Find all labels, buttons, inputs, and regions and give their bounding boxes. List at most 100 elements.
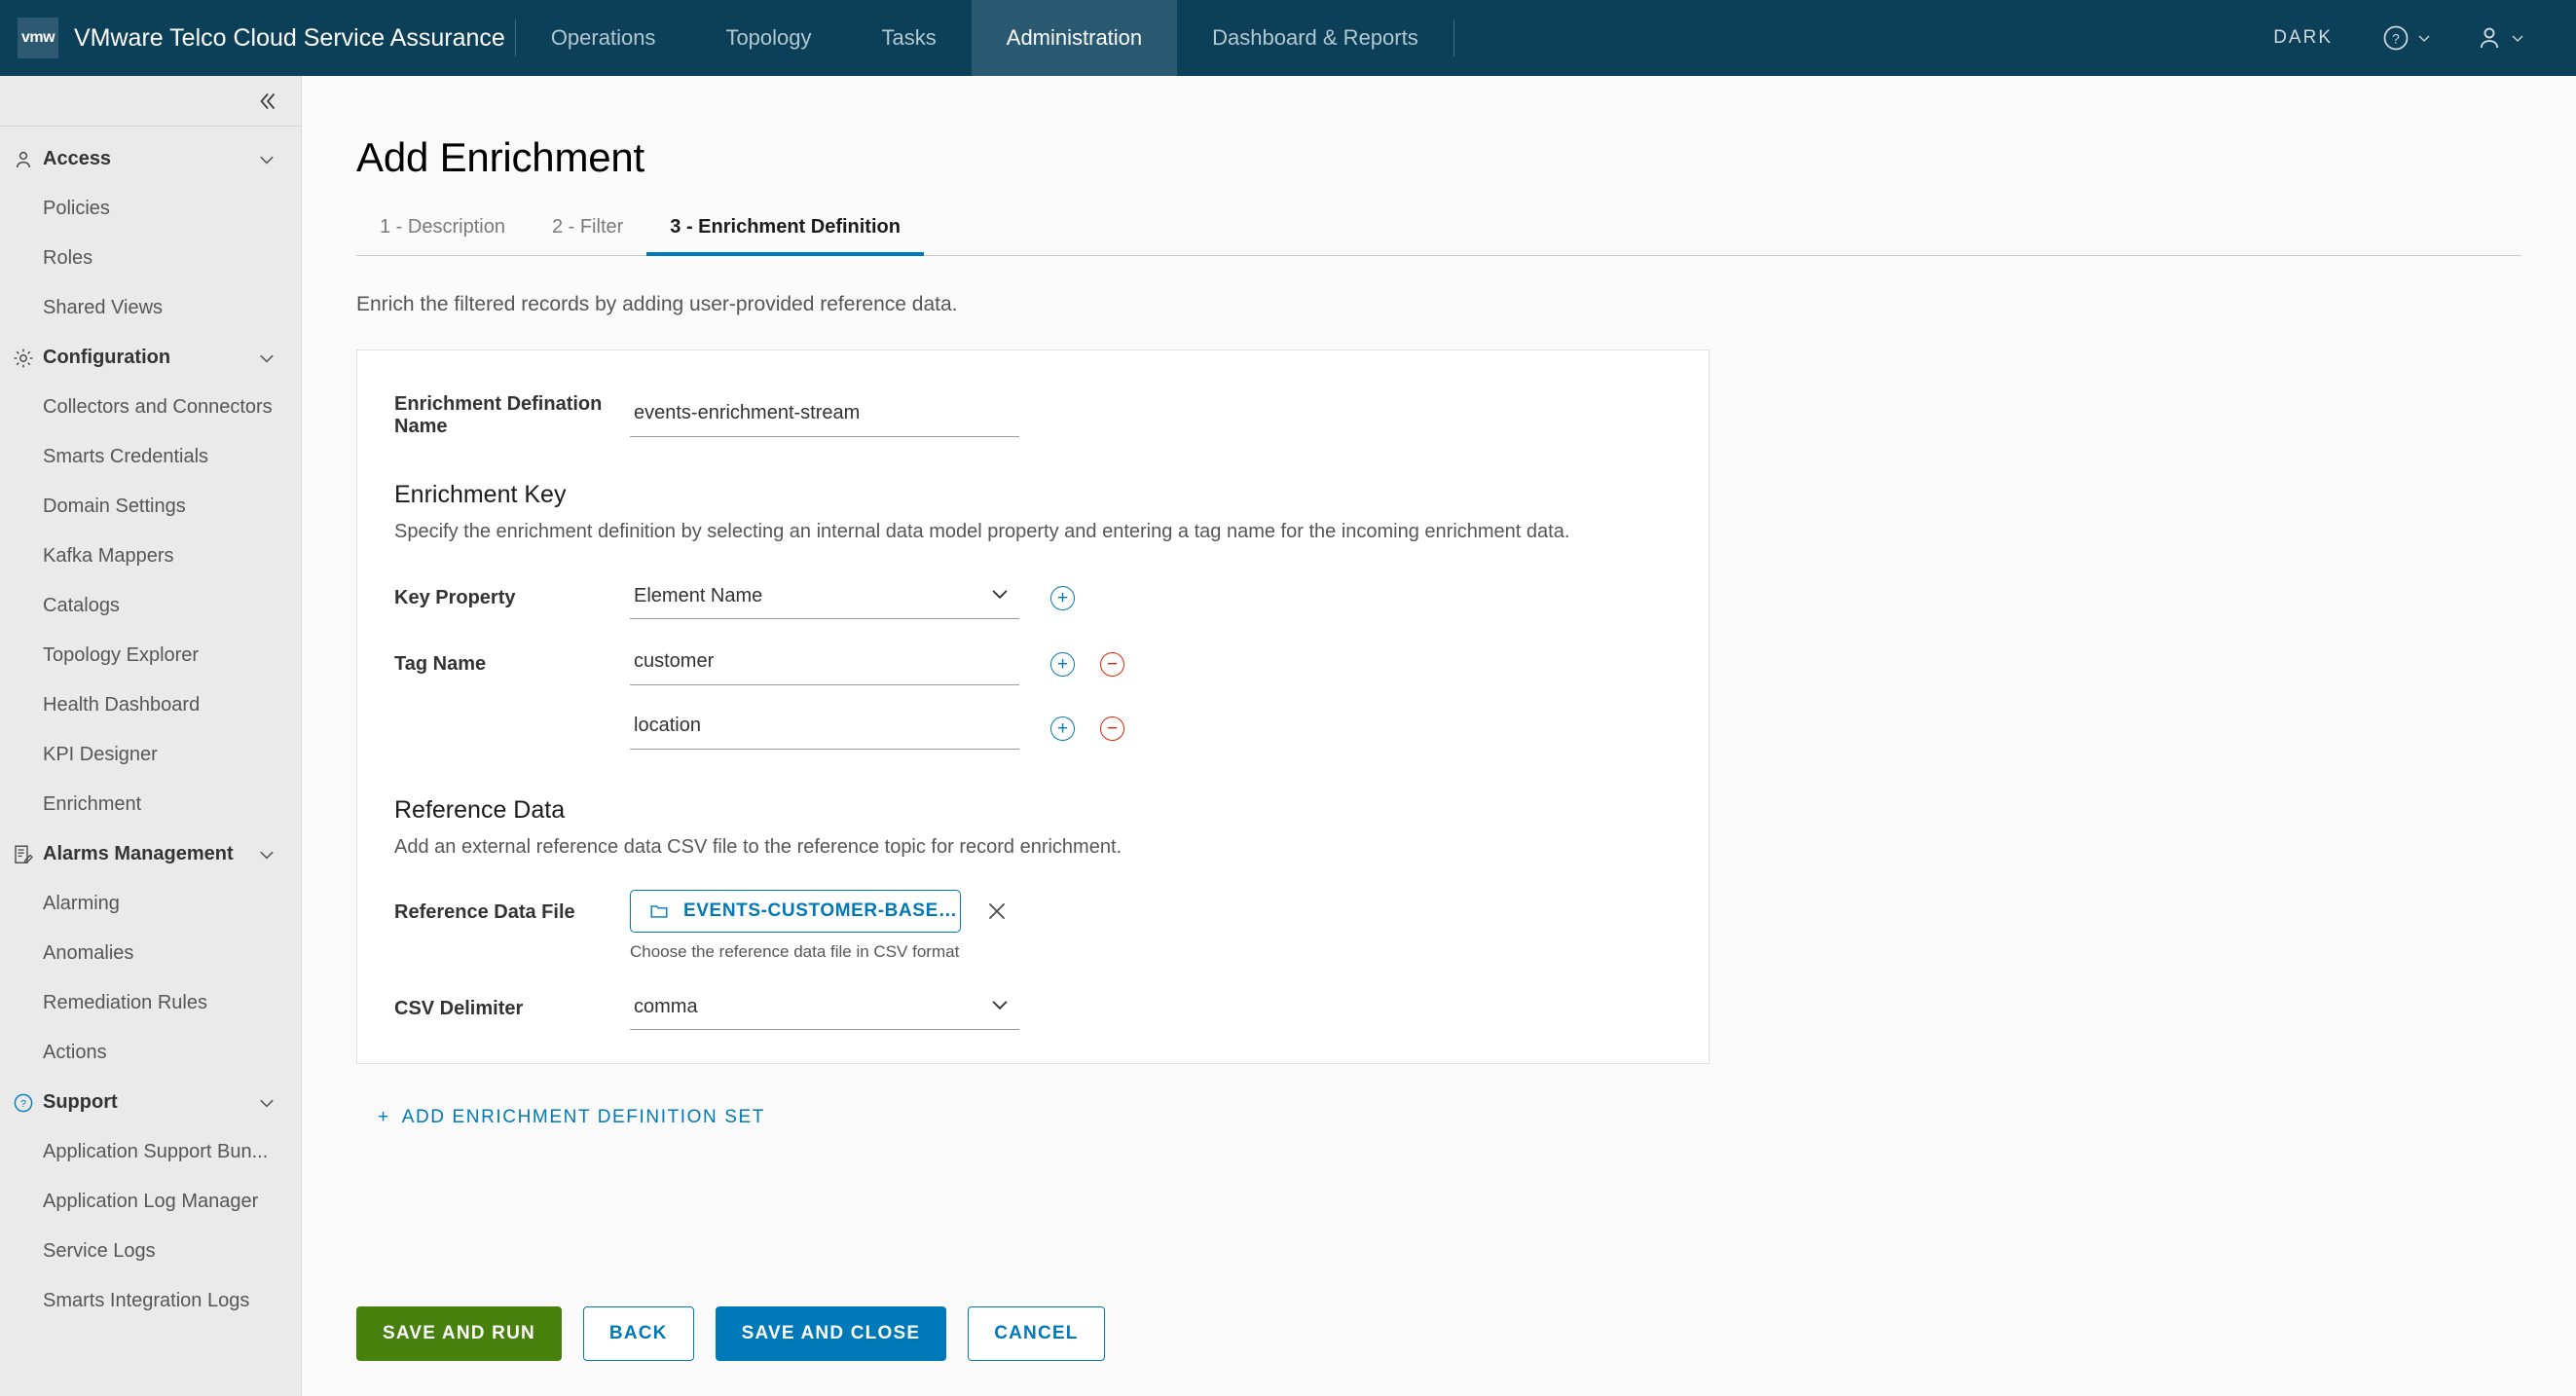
alarm-list-icon [12, 843, 43, 866]
tag-name-field-wrap-2 [630, 707, 1019, 750]
sidebar-nav-list: Access Policies Roles Shared Views Confi… [0, 127, 301, 1396]
sidebar-item-health-dashboard[interactable]: Health Dashboard [0, 680, 301, 730]
reference-data-description: Add an external reference data CSV file … [394, 836, 1122, 858]
tag-name-row-1: Tag Name + − [357, 643, 1709, 685]
reference-data-file-helper: Choose the reference data file in CSV fo… [630, 942, 960, 961]
tab-enrichment-definition[interactable]: 3 - Enrichment Definition [646, 216, 924, 256]
reference-data-file-row: Reference Data File EVENTS-CUSTOMER-BASE… [357, 890, 1709, 962]
main-inner: Add Enrichment 1 - Description 2 - Filte… [302, 76, 2576, 1306]
sidebar-item-anomalies[interactable]: Anomalies [0, 929, 301, 978]
add-enrichment-definition-set-link[interactable]: + ADD ENRICHMENT DEFINITION SET [356, 1107, 765, 1128]
user-icon [2475, 23, 2504, 53]
plus-circle-icon[interactable]: + [1050, 585, 1075, 610]
sidebar-item-catalogs[interactable]: Catalogs [0, 581, 301, 631]
csv-delimiter-select[interactable]: comma [630, 987, 1019, 1030]
intro-text: Enrich the filtered records by adding us… [356, 293, 958, 315]
minus-circle-icon[interactable]: − [1100, 716, 1124, 741]
tab-description[interactable]: 1 - Description [356, 216, 529, 256]
key-property-select[interactable]: Element Name [630, 576, 1019, 619]
chevron-double-left-icon[interactable] [254, 89, 279, 114]
cancel-button[interactable]: CANCEL [968, 1306, 1105, 1361]
help-circle-icon: ? [12, 1091, 43, 1115]
sidebar-item-kpi-designer[interactable]: KPI Designer [0, 730, 301, 780]
chevron-down-icon [258, 1094, 301, 1112]
theme-label: DARK [2273, 27, 2333, 48]
reference-data-file-chip[interactable]: EVENTS-CUSTOMER-BASE… [630, 890, 961, 933]
definition-name-row: Enrichment Defination Name [357, 393, 1709, 438]
reference-data-section: Reference Data Add an external reference… [357, 796, 1709, 1030]
sidebar-item-smarts-integration-logs[interactable]: Smarts Integration Logs [0, 1276, 301, 1326]
chevron-down-icon [2510, 30, 2525, 46]
sidebar-group-label: Access [43, 148, 112, 169]
plus-circle-icon[interactable]: + [1050, 651, 1075, 677]
close-x-icon[interactable] [984, 899, 1010, 924]
sidebar-item-service-logs[interactable]: Service Logs [0, 1227, 301, 1276]
topnav-item-topology[interactable]: Topology [690, 0, 846, 76]
sidebar-item-application-support-bundle[interactable]: Application Support Bun... [0, 1127, 301, 1177]
reference-data-file-control: EVENTS-CUSTOMER-BASE… Choose the referen… [630, 890, 1010, 962]
sidebar-item-domain-settings[interactable]: Domain Settings [0, 482, 301, 532]
top-header: vmw VMware Telco Cloud Service Assurance… [0, 0, 2576, 76]
main-content: Add Enrichment 1 - Description 2 - Filte… [302, 76, 2576, 1396]
topnav-item-administration[interactable]: Administration [971, 0, 1178, 76]
save-and-run-button[interactable]: SAVE AND RUN [356, 1306, 562, 1361]
theme-toggle-button[interactable]: DARK [2209, 24, 2356, 52]
enrichment-definition-name-input[interactable] [630, 394, 1019, 437]
topnav-item-dashboard-reports[interactable]: Dashboard & Reports [1177, 0, 1454, 76]
sidebar-item-actions[interactable]: Actions [0, 1028, 301, 1078]
csv-delimiter-label: CSV Delimiter [394, 997, 524, 1019]
enrichment-definition-card: Enrichment Defination Name Enrichment Ke… [356, 349, 1710, 1064]
brand-area[interactable]: vmw VMware Telco Cloud Service Assurance [0, 0, 515, 76]
tag-name-input-2[interactable] [630, 707, 1019, 750]
sidebar-header [0, 76, 301, 127]
csv-delimiter-row: CSV Delimiter comma [357, 987, 1709, 1030]
chevron-down-icon [2416, 30, 2432, 46]
wizard-tabs: 1 - Description 2 - Filter 3 - Enrichmen… [356, 216, 2521, 256]
key-property-label: Key Property [394, 586, 516, 608]
help-menu-button[interactable]: ? [2364, 23, 2449, 53]
sidebar-item-topology-explorer[interactable]: Topology Explorer [0, 631, 301, 680]
key-property-field-wrap: Element Name [630, 576, 1019, 619]
sidebar-group-label: Alarms Management [43, 843, 234, 864]
sidebar-item-policies[interactable]: Policies [0, 184, 301, 234]
svg-text:?: ? [20, 1098, 26, 1110]
sidebar-item-shared-views[interactable]: Shared Views [0, 283, 301, 333]
user-menu-button[interactable] [2457, 23, 2543, 53]
minus-circle-icon[interactable]: − [1100, 651, 1124, 677]
header-spacer [1454, 0, 2209, 76]
tag-name-row-2-buttons: + − [1050, 716, 1124, 741]
sidebar-group-support[interactable]: ? Support [0, 1078, 301, 1127]
definition-name-label: Enrichment Defination Name [394, 393, 603, 437]
definition-name-field-wrap [630, 394, 1019, 437]
sidebar-item-enrichment[interactable]: Enrichment [0, 780, 301, 829]
sidebar-item-kafka-mappers[interactable]: Kafka Mappers [0, 532, 301, 581]
tag-name-input-1[interactable] [630, 643, 1019, 685]
tab-filter[interactable]: 2 - Filter [529, 216, 646, 256]
body-split: Access Policies Roles Shared Views Confi… [0, 76, 2576, 1396]
header-actions: DARK ? [2209, 0, 2576, 76]
sidebar-item-remediation-rules[interactable]: Remediation Rules [0, 978, 301, 1028]
sidebar-item-collectors-and-connectors[interactable]: Collectors and Connectors [0, 383, 301, 432]
save-and-close-button[interactable]: SAVE AND CLOSE [715, 1306, 947, 1361]
top-navigation: Operations Topology Tasks Administration… [516, 0, 1454, 76]
sidebar-item-roles[interactable]: Roles [0, 234, 301, 283]
chevron-down-icon [258, 151, 301, 168]
plus-icon: + [378, 1107, 390, 1127]
sidebar: Access Policies Roles Shared Views Confi… [0, 76, 302, 1396]
sidebar-item-application-log-manager[interactable]: Application Log Manager [0, 1177, 301, 1227]
footer-action-bar: SAVE AND RUN BACK SAVE AND CLOSE CANCEL [302, 1306, 2576, 1396]
topnav-item-operations[interactable]: Operations [516, 0, 691, 76]
plus-circle-icon[interactable]: + [1050, 716, 1075, 741]
sidebar-item-alarming[interactable]: Alarming [0, 879, 301, 929]
reference-data-title: Reference Data [394, 796, 566, 824]
sidebar-group-access[interactable]: Access [0, 134, 301, 184]
sidebar-group-configuration[interactable]: Configuration [0, 333, 301, 383]
app-root: vmw VMware Telco Cloud Service Assurance… [0, 0, 2576, 1396]
tag-name-row-1-buttons: + − [1050, 651, 1124, 677]
add-enrichment-definition-set-label: ADD ENRICHMENT DEFINITION SET [401, 1107, 765, 1127]
topnav-item-tasks[interactable]: Tasks [847, 0, 972, 76]
sidebar-group-alarms-management[interactable]: Alarms Management [0, 829, 301, 879]
back-button[interactable]: BACK [582, 1306, 694, 1361]
sidebar-item-smarts-credentials[interactable]: Smarts Credentials [0, 432, 301, 482]
vmware-logo: vmw [18, 18, 58, 58]
